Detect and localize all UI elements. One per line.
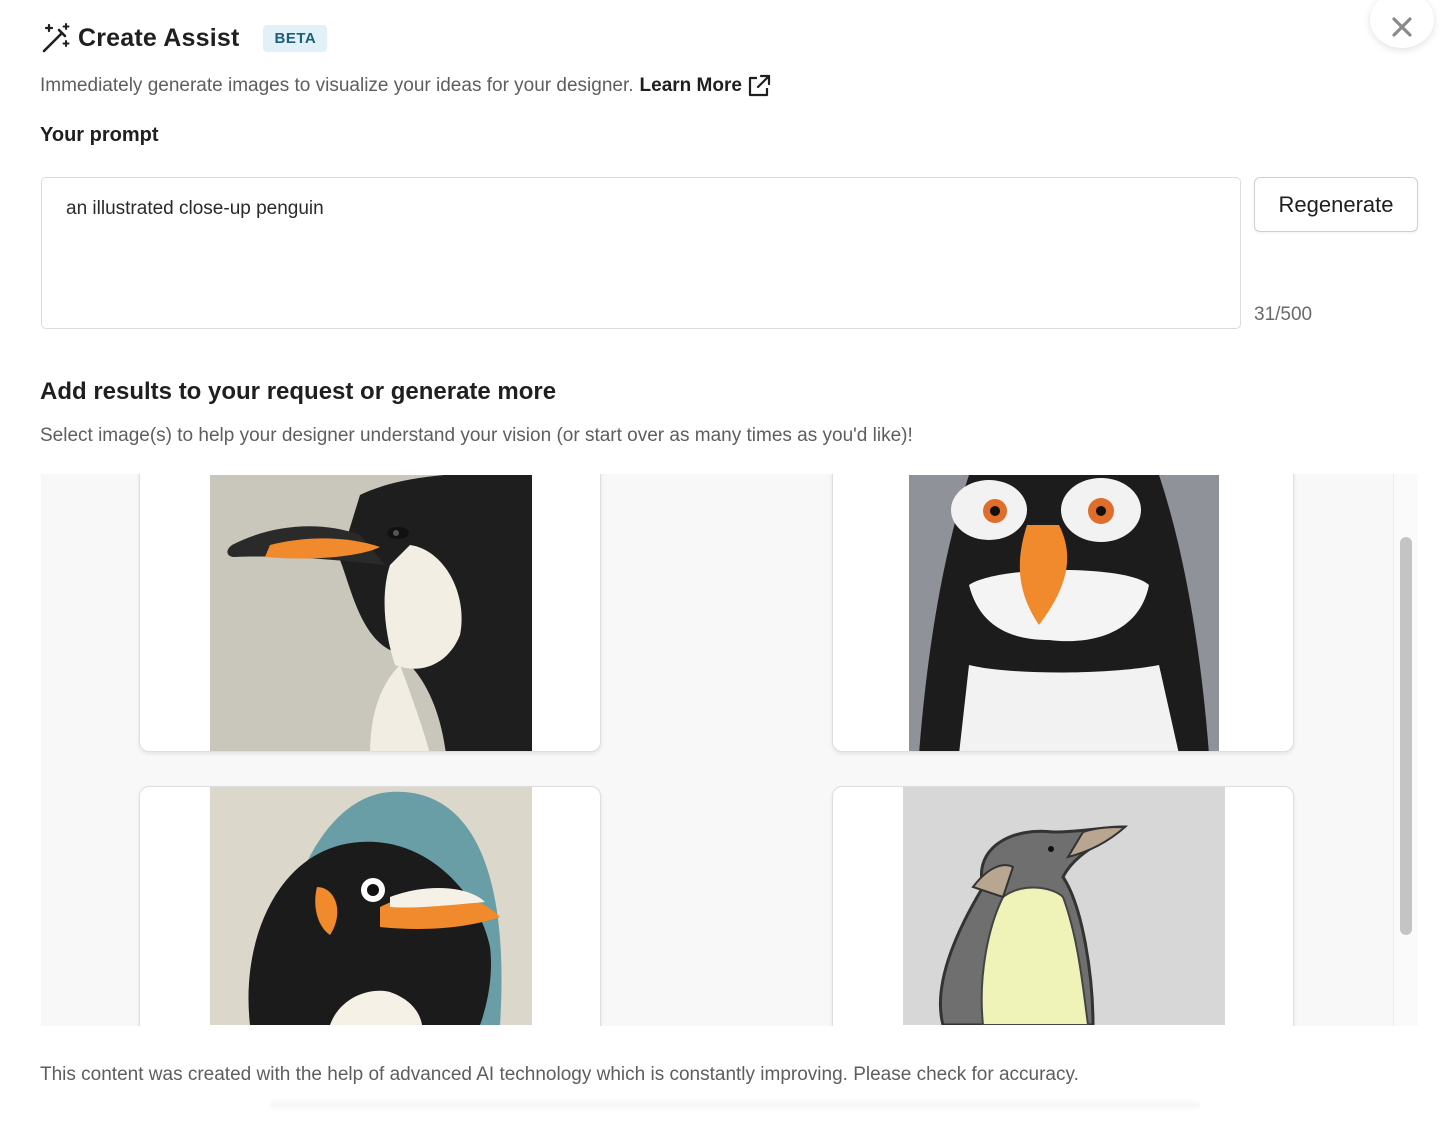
result-card[interactable]	[139, 474, 601, 752]
result-card[interactable]	[832, 786, 1294, 1026]
dialog-title: Create Assist	[78, 23, 240, 52]
external-link-icon	[748, 74, 771, 97]
results-grid[interactable]	[41, 474, 1418, 1026]
penguin-side-profile-image	[210, 475, 532, 751]
ai-disclaimer: This content was created with the help o…	[40, 1064, 1079, 1085]
close-button[interactable]	[1370, 0, 1434, 48]
penguin-teal-background-image	[210, 787, 532, 1025]
penguin-front-face-image	[909, 475, 1219, 751]
result-card[interactable]	[832, 474, 1294, 752]
results-subtitle: Select image(s) to help your designer un…	[40, 425, 913, 446]
beta-badge: BETA	[263, 24, 328, 52]
intro-text-row: Immediately generate images to visualize…	[40, 74, 771, 98]
penguin-sketch-image	[903, 787, 1225, 1025]
character-counter: 31/500	[1254, 304, 1313, 325]
learn-more-link[interactable]: Learn More	[640, 74, 771, 98]
intro-text: Immediately generate images to visualize…	[40, 75, 634, 96]
prompt-textarea[interactable]: an illustrated close-up penguin	[41, 177, 1241, 329]
learn-more-label: Learn More	[639, 75, 742, 96]
dialog-header: Create Assist BETA	[40, 22, 328, 54]
magic-wand-icon	[42, 23, 70, 53]
footer-fade	[270, 1098, 1200, 1112]
close-icon	[1392, 17, 1412, 37]
regenerate-button[interactable]: Regenerate	[1254, 177, 1418, 232]
prompt-label: Your prompt	[40, 124, 159, 146]
result-card[interactable]	[139, 786, 601, 1026]
results-title: Add results to your request or generate …	[40, 378, 557, 405]
scrollbar-thumb[interactable]	[1400, 537, 1412, 935]
